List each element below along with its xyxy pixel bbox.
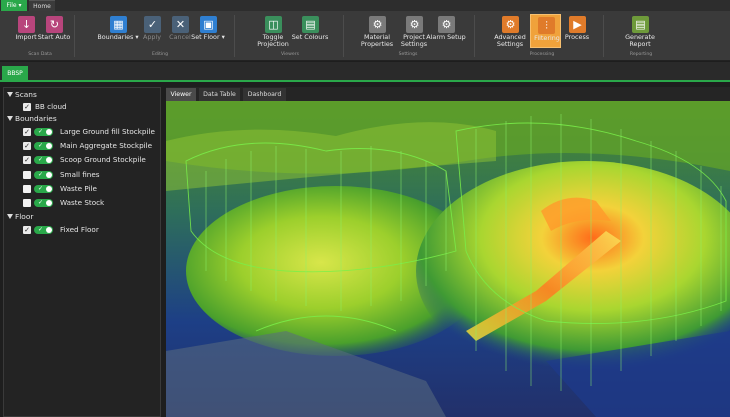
generate-report-label: Generate Report: [625, 33, 655, 48]
tab-data-table[interactable]: Data Table: [199, 88, 240, 101]
tree-item-label: Scoop Ground Stockpile: [60, 155, 146, 164]
import-icon: ↓: [18, 16, 35, 33]
tree-group-label: Floor: [15, 212, 34, 221]
close-icon: ✕: [172, 16, 189, 33]
tree-item-label: Large Ground fill Stockpile: [60, 127, 155, 136]
alarm-setup-label: Alarm Setup: [426, 33, 466, 41]
set-colours-button[interactable]: ▤ Set Colours: [290, 14, 330, 50]
visibility-checkbox[interactable]: ✓: [23, 156, 31, 164]
gear-icon: ⚙: [502, 16, 519, 33]
toggle-projection-button[interactable]: ◫ Toggle Projection: [253, 14, 293, 50]
layer-tree-panel: Scans ✓ BB cloud Boundaries ✓ ✓ Large Gr…: [3, 87, 161, 417]
group-settings: Settings: [398, 52, 418, 57]
process-button[interactable]: ▶ Process: [557, 14, 597, 50]
project-tab[interactable]: BBSP: [2, 66, 28, 82]
group-viewers: Viewers: [280, 52, 299, 57]
visibility-checkbox[interactable]: [23, 171, 31, 179]
tree-item-label: Waste Stock: [60, 198, 105, 207]
divider: [74, 15, 75, 57]
chevron-down-icon[interactable]: [7, 92, 13, 97]
gear-icon: ⚙: [369, 16, 386, 33]
start-auto-label: Start Auto: [37, 33, 71, 41]
visibility-checkbox[interactable]: [23, 199, 31, 207]
point-cloud-render: [166, 101, 730, 417]
toggle-switch[interactable]: ✓: [34, 185, 53, 193]
visibility-checkbox[interactable]: ✓: [23, 226, 31, 234]
group-editing: Editing: [152, 52, 168, 57]
projection-icon: ◫: [265, 16, 282, 33]
tab-dashboard[interactable]: Dashboard: [243, 88, 286, 101]
gear-icon: ⚙: [438, 16, 455, 33]
divider: [474, 15, 475, 57]
group-reporting: Reporting: [629, 52, 653, 57]
gear-icon: ⚙: [406, 16, 423, 33]
group-processing: Processing: [529, 52, 555, 57]
generate-report-button[interactable]: ▤ Generate Report: [620, 14, 660, 50]
viewer-tab-bar: Viewer Data Table Dashboard: [166, 87, 730, 101]
toggle-switch[interactable]: ✓: [34, 171, 53, 179]
set-colours-label: Set Colours: [291, 33, 329, 41]
tree-item-label: Main Aggregate Stockpile: [60, 141, 153, 150]
visibility-checkbox[interactable]: ✓: [23, 103, 31, 111]
menu-bar: File ▾ Home: [0, 0, 730, 12]
toggle-switch[interactable]: ✓: [34, 226, 53, 234]
divider: [603, 15, 604, 57]
palette-icon: ▤: [302, 16, 319, 33]
alarm-setup-button[interactable]: ⚙ Alarm Setup: [426, 14, 466, 50]
visibility-checkbox[interactable]: ✓: [23, 128, 31, 136]
process-label: Process: [564, 33, 590, 41]
tree-group-label: Boundaries: [15, 114, 57, 123]
report-icon: ▤: [632, 16, 649, 33]
point-cloud-viewport[interactable]: [166, 101, 730, 417]
group-scan-data: Scan Data: [28, 52, 52, 57]
tree-group-label: Scans: [15, 90, 37, 99]
tree-item-label: Waste Pile: [60, 184, 97, 193]
file-menu-button[interactable]: File ▾: [1, 0, 27, 11]
toggle-switch[interactable]: ✓: [34, 156, 53, 164]
ribbon-toolbar: ↓ Import ↻ Start Auto Scan Data ▦ Bounda…: [0, 11, 730, 61]
play-icon: ▶: [569, 16, 586, 33]
tree-item-label: Fixed Floor: [60, 225, 99, 234]
advanced-settings-button[interactable]: ⚙ Advanced Settings: [490, 14, 530, 50]
sliders-icon: ⫶: [538, 17, 555, 34]
toggle-switch[interactable]: ✓: [34, 142, 53, 150]
visibility-checkbox[interactable]: [23, 185, 31, 193]
project-tab-bar: BBSP: [0, 62, 730, 82]
set-floor-button[interactable]: ▣ Set Floor ▾: [188, 14, 228, 50]
toggle-switch[interactable]: ✓: [34, 199, 53, 207]
start-auto-icon: ↻: [46, 16, 63, 33]
floor-icon: ▣: [200, 16, 217, 33]
start-auto-button[interactable]: ↻ Start Auto: [34, 14, 74, 50]
visibility-checkbox[interactable]: ✓: [23, 142, 31, 150]
chevron-down-icon[interactable]: [7, 214, 13, 219]
tree-item-label: BB cloud: [35, 102, 67, 111]
divider: [234, 15, 235, 57]
divider: [343, 15, 344, 57]
boundaries-icon: ▦: [110, 16, 127, 33]
toggle-switch[interactable]: ✓: [34, 128, 53, 136]
chevron-down-icon[interactable]: [7, 116, 13, 121]
tab-viewer[interactable]: Viewer: [166, 88, 196, 101]
set-floor-label: Set Floor ▾: [191, 33, 225, 41]
check-icon: ✓: [144, 16, 161, 33]
tree-item-label: Small fines: [60, 170, 100, 179]
